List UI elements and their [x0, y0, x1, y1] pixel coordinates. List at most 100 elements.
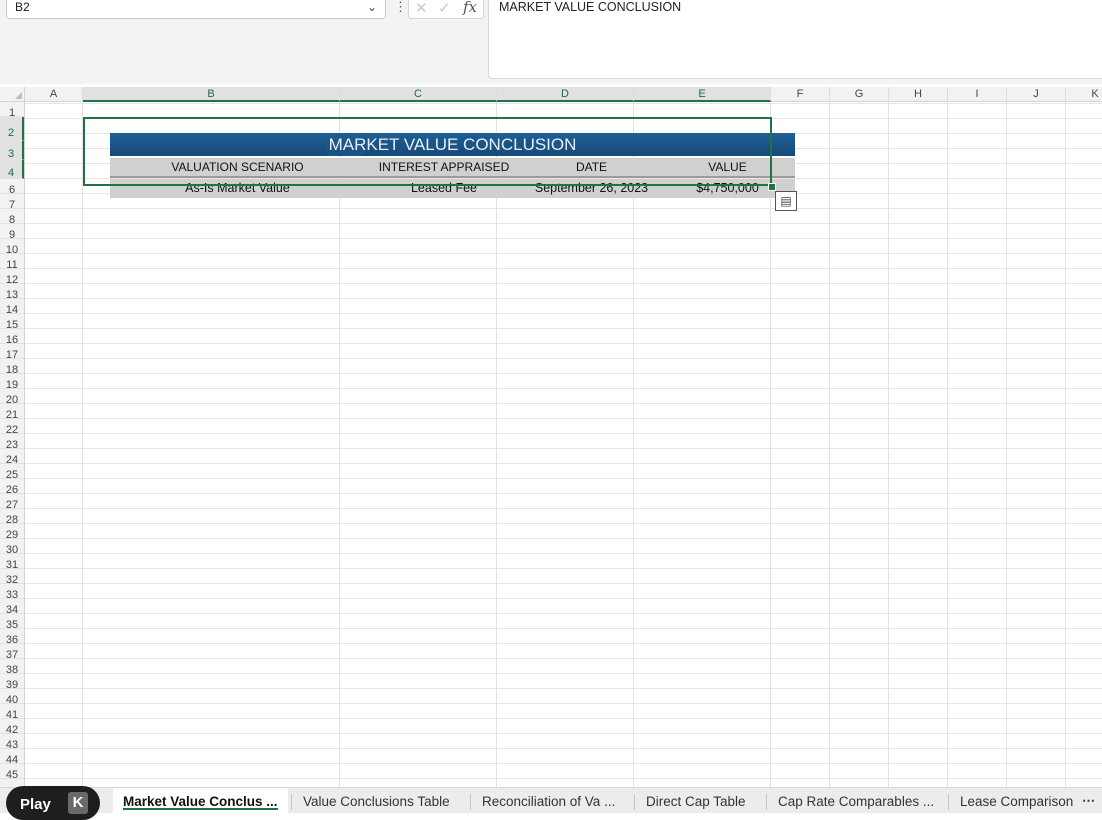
gridline	[1006, 102, 1007, 787]
row-header-39[interactable]: 39	[0, 674, 24, 691]
row-header-9[interactable]: 9	[0, 224, 24, 241]
row-header-36[interactable]: 36	[0, 629, 24, 646]
row-header-8[interactable]: 8	[0, 209, 24, 226]
data-cell[interactable]: September 26, 2023	[523, 179, 660, 198]
sheet-tab[interactable]: Value Conclusions Table	[303, 788, 450, 813]
row-header-15[interactable]: 15	[0, 314, 24, 331]
header-cell[interactable]: INTEREST APPRAISED	[365, 158, 523, 176]
row-header-7[interactable]: 7	[0, 194, 24, 211]
play-key: K	[68, 792, 88, 814]
row-header-11[interactable]: 11	[0, 254, 24, 271]
row-header-16[interactable]: 16	[0, 329, 24, 346]
sheet-tab[interactable]: Reconciliation of Va ...	[482, 788, 615, 813]
row-header-4[interactable]: 4	[0, 160, 24, 179]
data-cell[interactable]: Leased Fee	[365, 179, 523, 198]
more-options-icon[interactable]: ⋮	[394, 0, 407, 15]
row-header-38[interactable]: 38	[0, 659, 24, 676]
header-cell[interactable]: VALUATION SCENARIO	[110, 158, 365, 176]
row-header-26[interactable]: 26	[0, 479, 24, 496]
row-header-35[interactable]: 35	[0, 614, 24, 631]
row-header-32[interactable]: 32	[0, 569, 24, 586]
row-header-22[interactable]: 22	[0, 419, 24, 436]
gridline	[947, 102, 948, 787]
name-box[interactable]: B2 ⌄	[6, 0, 386, 19]
gridline	[888, 102, 889, 787]
play-overlay[interactable]: Play K	[6, 786, 100, 820]
table-title: MARKET VALUE CONCLUSION	[328, 135, 577, 154]
column-header-c[interactable]: C	[340, 87, 497, 102]
sheet-tab[interactable]: Market Value Conclus ...	[113, 788, 288, 813]
row-header-17[interactable]: 17	[0, 344, 24, 361]
row-header-37[interactable]: 37	[0, 644, 24, 661]
row-header-25[interactable]: 25	[0, 464, 24, 481]
tab-separator	[766, 794, 767, 810]
name-box-value: B2	[15, 0, 30, 14]
row-header-3[interactable]: 3	[0, 141, 24, 160]
check-icon[interactable]: ✓	[438, 0, 451, 17]
play-label: Play	[20, 796, 51, 813]
tab-separator	[634, 794, 635, 810]
formula-input[interactable]: MARKET VALUE CONCLUSION	[488, 0, 1102, 79]
column-header-i[interactable]: I	[948, 87, 1007, 102]
worksheet-grid[interactable]: ABCDEFGHIJK 1 2 3 4 6 7 8 9 10 11 12 13 14 15 16 17 18 19…	[0, 87, 1102, 787]
header-cell[interactable]: VALUE	[660, 158, 795, 176]
column-header-d[interactable]: D	[497, 87, 634, 102]
row-header-44[interactable]: 44	[0, 749, 24, 766]
column-header-h[interactable]: H	[889, 87, 948, 102]
column-header-j[interactable]: J	[1007, 87, 1066, 102]
row-header-10[interactable]: 10	[0, 239, 24, 256]
row-header-12[interactable]: 12	[0, 269, 24, 286]
more-tabs-icon[interactable]: ⋯	[1082, 788, 1095, 813]
row-header-21[interactable]: 21	[0, 404, 24, 421]
row-header-41[interactable]: 41	[0, 704, 24, 721]
quick-analysis-icon[interactable]: ▤	[775, 191, 797, 211]
row-header-2[interactable]: 2	[0, 117, 24, 141]
gridline	[633, 102, 634, 787]
column-header-k[interactable]: K	[1066, 87, 1102, 102]
row-header-45[interactable]: 45	[0, 764, 24, 781]
select-all-corner[interactable]	[0, 87, 25, 102]
header-cell[interactable]: DATE	[523, 158, 660, 176]
column-header-e[interactable]: E	[634, 87, 771, 102]
gridline	[1065, 102, 1066, 787]
cancel-icon[interactable]: ✕	[415, 0, 428, 17]
formula-area: B2 ⌄ ⋮ ✕ ✓ fx MARKET VALUE CONCLUSION	[0, 0, 1102, 84]
row-header-27[interactable]: 27	[0, 494, 24, 511]
row-header-31[interactable]: 31	[0, 554, 24, 571]
fill-handle[interactable]	[768, 183, 776, 191]
column-header-f[interactable]: F	[771, 87, 830, 102]
sheet-tab[interactable]: Cap Rate Comparables ...	[778, 788, 934, 813]
gridline	[496, 102, 497, 787]
chevron-down-icon[interactable]: ⌄	[367, 0, 377, 14]
column-header-a[interactable]: A	[25, 87, 83, 102]
row-header-33[interactable]: 33	[0, 584, 24, 601]
gridline	[339, 102, 340, 787]
column-header-g[interactable]: G	[830, 87, 889, 102]
row-header-28[interactable]: 28	[0, 509, 24, 526]
formula-buttons: ✕ ✓ fx	[408, 0, 484, 19]
row-header-13[interactable]: 13	[0, 284, 24, 301]
row-header-23[interactable]: 23	[0, 434, 24, 451]
row-header-40[interactable]: 40	[0, 689, 24, 706]
insert-function-icon[interactable]: fx	[463, 0, 477, 16]
row-header-34[interactable]: 34	[0, 599, 24, 616]
row-header-43[interactable]: 43	[0, 734, 24, 751]
row-header-19[interactable]: 19	[0, 374, 24, 391]
row-header-1[interactable]: 1	[0, 102, 24, 119]
row-header-6[interactable]: 6	[0, 179, 24, 196]
row-header-29[interactable]: 29	[0, 524, 24, 541]
row-header-42[interactable]: 42	[0, 719, 24, 736]
cells-area[interactable]: MARKET VALUE CONCLUSION VALUATION SCENAR…	[25, 102, 1102, 787]
row-header-18[interactable]: 18	[0, 359, 24, 376]
row-header-24[interactable]: 24	[0, 449, 24, 466]
row-header-20[interactable]: 20	[0, 389, 24, 406]
row-header-30[interactable]: 30	[0, 539, 24, 556]
tab-separator	[470, 794, 471, 810]
row-header-14[interactable]: 14	[0, 299, 24, 316]
table-data-row: As-Is Market Value Leased Fee September …	[110, 179, 795, 198]
table-title-cell[interactable]: MARKET VALUE CONCLUSION	[110, 133, 795, 156]
sheet-tab[interactable]: Direct Cap Table	[646, 788, 746, 813]
data-cell[interactable]: As-Is Market Value	[110, 179, 365, 198]
column-header-b[interactable]: B	[83, 87, 340, 102]
sheet-tab[interactable]: Lease Comparison	[960, 788, 1073, 813]
